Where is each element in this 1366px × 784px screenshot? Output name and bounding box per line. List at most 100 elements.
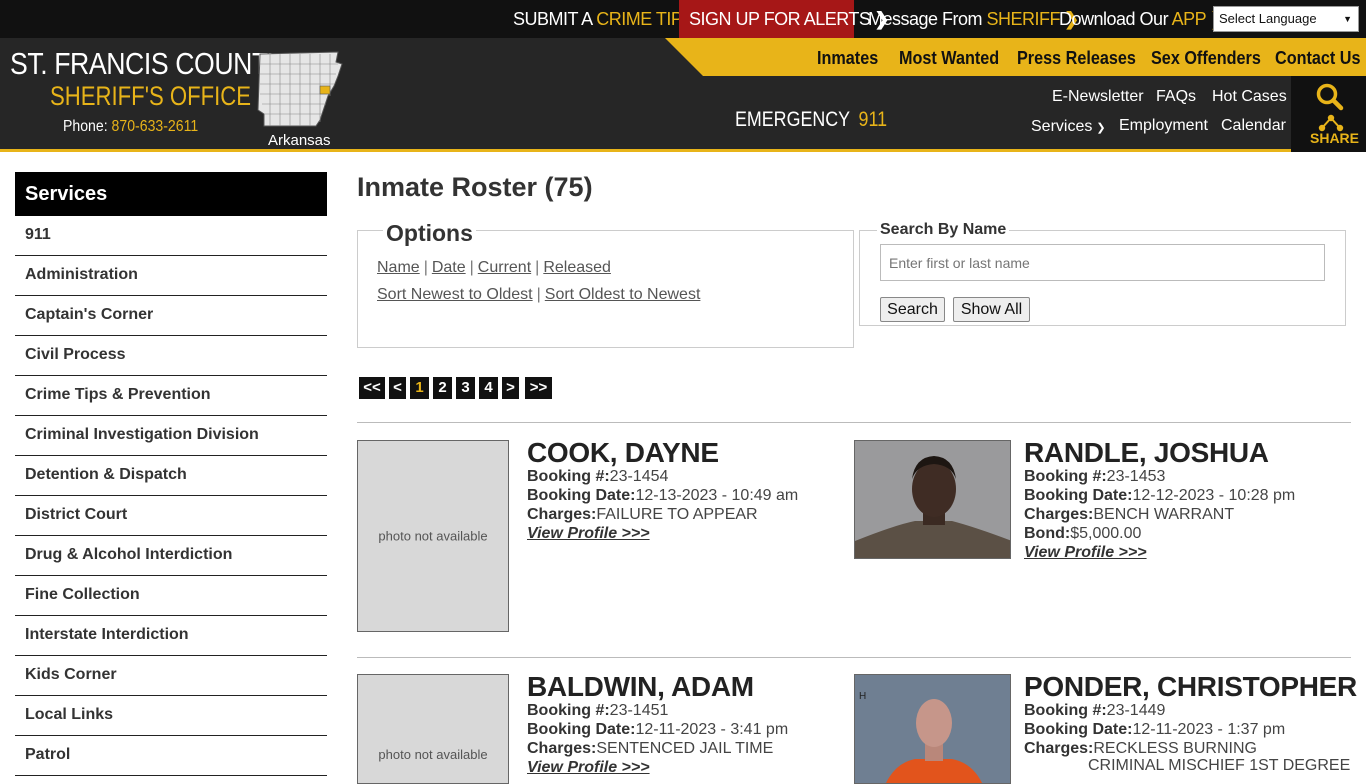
arkansas-map-icon — [257, 51, 343, 127]
sidebar-item-detention-dispatch[interactable]: Detention & Dispatch — [15, 456, 327, 496]
download-app-link[interactable]: Download Our APP❯ — [1059, 0, 1225, 38]
site-title[interactable]: ST. FRANCIS COUNTY — [10, 46, 286, 82]
booking-value: 23-1453 — [1106, 468, 1166, 485]
phone-label: Phone: — [63, 118, 108, 135]
sidebar-item-local-links[interactable]: Local Links — [15, 696, 327, 736]
search-button[interactable]: Search — [880, 297, 945, 322]
crime-tip-highlight: CRIME TIP — [596, 9, 683, 29]
sidebar-item-fine-collection[interactable]: Fine Collection — [15, 576, 327, 616]
svg-text:H: H — [859, 691, 866, 702]
nav-most-wanted[interactable]: Most Wanted — [899, 38, 999, 76]
sign-up-alerts-link[interactable]: SIGN UP FOR ALERTS ❯ — [679, 0, 889, 38]
charges-label: Charges: — [1024, 506, 1094, 523]
booking-date-value: 12-11-2023 - 1:37 pm — [1132, 721, 1286, 738]
separator: | — [535, 259, 540, 276]
services-sidebar: Services 911 Administration Captain's Co… — [15, 172, 327, 776]
nav-calendar[interactable]: Calendar — [1221, 117, 1286, 135]
nav-employment[interactable]: Employment — [1119, 117, 1208, 135]
sidebar-item-captains-corner[interactable]: Captain's Corner — [15, 296, 327, 336]
inmate-name: RANDLE, JOSHUA — [1024, 437, 1269, 468]
page-next[interactable]: > — [502, 377, 519, 399]
sidebar-item-crime-tips[interactable]: Crime Tips & Prevention — [15, 376, 327, 416]
message-from-sheriff-link[interactable]: Message From SHERIFF ❯ — [868, 0, 1079, 38]
sidebar-item-administration[interactable]: Administration — [15, 256, 327, 296]
sidebar-item-criminal-investigation[interactable]: Criminal Investigation Division — [15, 416, 327, 456]
filter-released-link[interactable]: Released — [543, 259, 611, 276]
nav-services-label: Services — [1031, 118, 1093, 135]
inmate-photo-placeholder[interactable]: photo not available — [357, 440, 509, 632]
booking-date-label: Booking Date: — [527, 487, 636, 504]
page-last[interactable]: >> — [525, 377, 552, 399]
nav-services[interactable]: Services ❯ — [1031, 118, 1106, 136]
sort-oldest-link[interactable]: Sort Oldest to Newest — [545, 286, 701, 303]
phone-value: 870-633-2611 — [111, 118, 199, 135]
inmate-name: COOK, DAYNE — [527, 437, 719, 468]
nav-enewsletter[interactable]: E-Newsletter — [1052, 88, 1144, 106]
charges-value: SENTENCED JAIL TIME — [596, 740, 774, 757]
separator: | — [536, 286, 541, 303]
mugshot-image — [855, 441, 1010, 558]
sidebar-item-interstate-interdiction[interactable]: Interstate Interdiction — [15, 616, 327, 656]
inmate-name: BALDWIN, ADAM — [527, 671, 754, 702]
filter-current-link[interactable]: Current — [478, 259, 531, 276]
page-3[interactable]: 3 — [456, 377, 475, 399]
sidebar-item-kids-corner[interactable]: Kids Corner — [15, 656, 327, 696]
nav-sex-offenders[interactable]: Sex Offenders — [1151, 38, 1261, 76]
page-prev[interactable]: < — [389, 377, 406, 399]
booking-value: 23-1451 — [609, 702, 669, 719]
charges-label: Charges: — [1024, 740, 1094, 757]
sort-order-links: Sort Newest to Oldest | Sort Oldest to New… — [377, 286, 700, 304]
name-search-input[interactable] — [880, 244, 1325, 281]
inmate-charges: Charges:SENTENCED JAIL TIME — [527, 740, 773, 758]
nav-faqs[interactable]: FAQs — [1156, 88, 1196, 106]
view-profile-link[interactable]: View Profile >>> — [527, 759, 650, 777]
inmate-photo[interactable] — [854, 440, 1011, 559]
nav-press-releases[interactable]: Press Releases — [1017, 38, 1136, 76]
emergency-value: 911 — [858, 108, 888, 131]
phone-number[interactable]: Phone: 870-633-2611 — [63, 118, 198, 136]
inmate-booking-number: Booking #:23-1449 — [1024, 702, 1165, 720]
sidebar-item-drug-alcohol[interactable]: Drug & Alcohol Interdiction — [15, 536, 327, 576]
sidebar-item-district-court[interactable]: District Court — [15, 496, 327, 536]
charges-label: Charges: — [527, 506, 597, 523]
search-legend: Search By Name — [877, 221, 1010, 239]
sort-by-name-link[interactable]: Name — [377, 259, 420, 276]
primary-nav: Inmates Most Wanted Press Releases Sex O… — [665, 38, 1366, 76]
inmate-charges: Charges:BENCH WARRANT — [1024, 506, 1234, 524]
bond-value: $5,000.00 — [1070, 525, 1142, 542]
sidebar-item-patrol[interactable]: Patrol — [15, 736, 327, 776]
submit-crime-tip-link[interactable]: SUBMIT A CRIME TIP❯ — [513, 0, 701, 38]
share-label[interactable]: SHARE — [1310, 130, 1359, 146]
page-2[interactable]: 2 — [433, 377, 452, 399]
inmate-booking-number: Booking #:23-1453 — [1024, 468, 1165, 486]
inmate-booking-date: Booking Date:12-12-2023 - 10:28 pm — [1024, 487, 1295, 505]
sidebar-item-civil-process[interactable]: Civil Process — [15, 336, 327, 376]
nav-hot-cases[interactable]: Hot Cases — [1212, 88, 1287, 106]
sidebar-item-911[interactable]: 911 — [15, 216, 327, 256]
view-profile-link[interactable]: View Profile >>> — [1024, 544, 1147, 562]
show-all-button[interactable]: Show All — [953, 297, 1030, 322]
view-profile-link[interactable]: View Profile >>> — [527, 525, 650, 543]
site-subtitle[interactable]: SHERIFF'S OFFICE — [50, 81, 251, 112]
nav-inmates[interactable]: Inmates — [817, 38, 878, 76]
search-icon[interactable] — [1315, 82, 1345, 112]
page-1[interactable]: 1 — [410, 377, 429, 399]
booking-date-value: 12-12-2023 - 10:28 pm — [1132, 487, 1296, 504]
alerts-label: SIGN UP FOR ALERTS — [689, 9, 871, 29]
sort-newest-link[interactable]: Sort Newest to Oldest — [377, 286, 533, 303]
language-select[interactable]: Select Language ▼ — [1213, 6, 1359, 32]
sort-by-date-link[interactable]: Date — [432, 259, 466, 276]
dropdown-arrow-icon: ▼ — [1343, 14, 1352, 24]
nav-contact-us[interactable]: Contact Us — [1275, 38, 1361, 76]
inmate-booking-date: Booking Date:12-11-2023 - 3:41 pm — [527, 721, 788, 739]
divider — [357, 422, 1351, 423]
charges-value: BENCH WARRANT — [1093, 506, 1235, 523]
page-first[interactable]: << — [359, 377, 385, 399]
sheriff-prefix: Message From — [868, 9, 987, 29]
sheriff-highlight: SHERIFF — [986, 9, 1061, 29]
booking-date-value: 12-13-2023 - 10:49 am — [635, 487, 799, 504]
inmate-booking-number: Booking #:23-1454 — [527, 468, 668, 486]
booking-label: Booking #: — [527, 702, 610, 719]
inmate-charges: Charges:RECKLESS BURNING — [1024, 740, 1257, 758]
page-4[interactable]: 4 — [479, 377, 498, 399]
